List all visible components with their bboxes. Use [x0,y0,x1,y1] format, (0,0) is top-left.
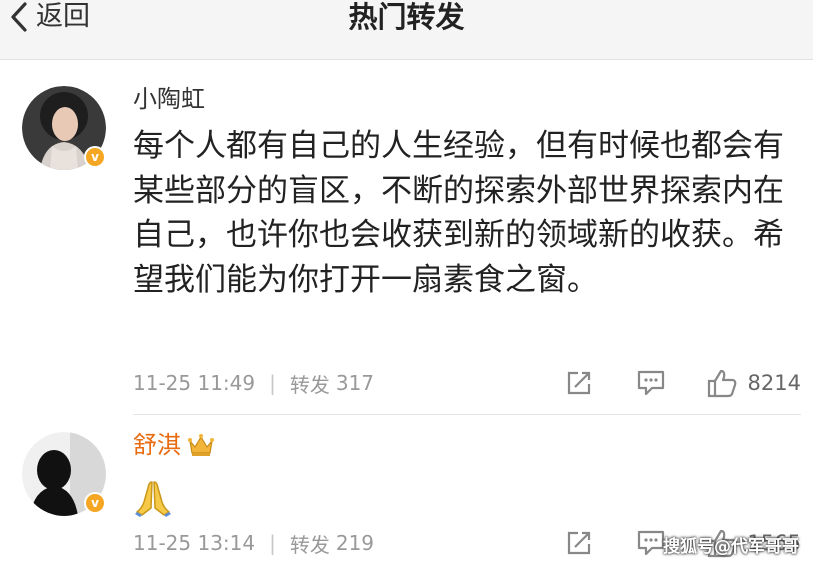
repost-label: 转发 [289,372,330,397]
repost-item: v 小陶虹 每个人都有自己的人生经验，但有时候也都会有某些部分的盲区，不断的探索… [0,70,813,414]
divider [133,414,801,415]
share-icon[interactable] [565,529,593,557]
meta-separator: | [269,531,276,555]
pray-emoji-icon [135,481,171,517]
crown-icon [188,434,214,456]
author-name[interactable]: 舒淇 [133,430,215,460]
post-time: 11-25 11:49 [133,371,256,395]
like-count: 8214 [747,371,801,395]
avatar[interactable]: v [22,86,106,170]
verified-badge-icon: v [84,146,106,168]
author-name[interactable]: 小陶虹 [133,84,205,114]
comment-icon[interactable] [636,369,666,397]
avatar[interactable]: v [22,432,106,516]
like-button[interactable]: 8214 [706,368,801,398]
post-actions: 8214 [565,368,801,398]
thumbs-up-icon [707,369,736,398]
share-icon[interactable] [565,369,593,397]
post-time: 11-25 13:14 [133,531,256,555]
post-content: 每个人都有自己的人生经验，但有时候也都会有某些部分的盲区，不断的探索外部世界探索… [133,128,784,298]
repost-label: 转发 [289,532,330,557]
watermark: 搜狐号@代军哥哥 [663,537,799,557]
top-nav-bar: 返回 热门转发 [0,0,813,60]
page-title: 热门转发 [348,0,465,34]
repost-count: 317 [335,371,375,395]
author-name-text: 舒淇 [133,431,181,459]
verified-badge-icon: v [84,492,106,514]
repost-count: 219 [335,531,375,555]
meta-separator: | [269,371,276,395]
comment-icon[interactable] [636,529,666,557]
post-meta: 11-25 11:49 | 转发 317 8214 [133,368,801,398]
